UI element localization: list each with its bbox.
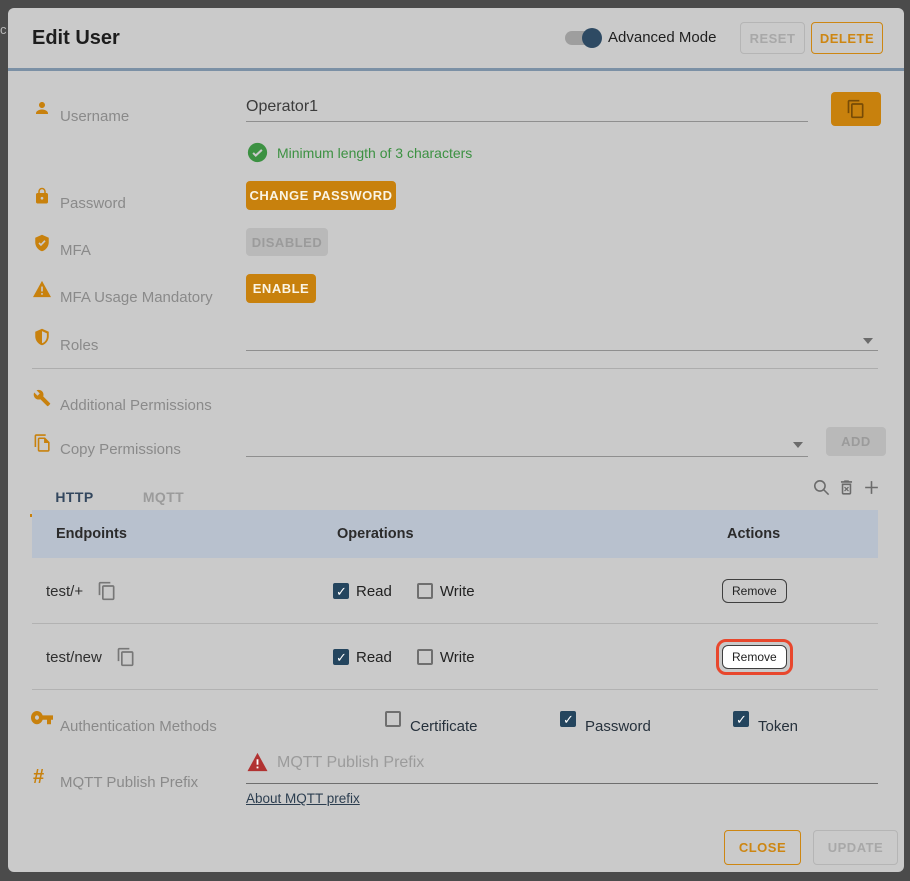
roles-underline: [246, 350, 878, 351]
delete-all-icon[interactable]: [837, 478, 856, 497]
page-title: Edit User: [32, 8, 120, 68]
search-icon[interactable]: [812, 478, 831, 497]
copy-icon[interactable]: [116, 647, 136, 667]
password-checkbox[interactable]: [560, 711, 576, 727]
username-hint: Minimum length of 3 characters: [277, 145, 472, 161]
remove-button[interactable]: Remove: [722, 579, 787, 603]
col-endpoints: Endpoints: [56, 510, 127, 558]
shield-check-icon: [33, 234, 51, 252]
dialog-header: Edit User Advanced Mode RESET DELETE: [8, 8, 904, 68]
permissions-table: Endpoints Operations Actions test/+ Read…: [32, 510, 878, 690]
token-checkbox[interactable]: [733, 711, 749, 727]
add-icon[interactable]: [862, 478, 881, 497]
copy-file-icon: [33, 433, 52, 453]
auth-methods-label: Authentication Methods: [60, 718, 217, 735]
tab-mqtt[interactable]: MQTT: [119, 479, 208, 514]
shield-half-icon: [33, 328, 51, 346]
write-checkbox[interactable]: [417, 649, 433, 665]
read-label: Read: [356, 583, 392, 600]
write-label: Write: [440, 583, 475, 600]
close-button[interactable]: CLOSE: [724, 830, 801, 865]
tab-http[interactable]: HTTP: [30, 479, 119, 514]
tab-http-label: HTTP: [55, 489, 93, 505]
col-operations: Operations: [337, 510, 414, 558]
endpoint-value: test/+: [46, 583, 83, 600]
copy-permissions-underline: [246, 456, 808, 457]
toggle-knob: [582, 28, 602, 48]
background-text-fragment: c: [0, 22, 7, 37]
advanced-mode-label: Advanced Mode: [608, 29, 716, 46]
lock-icon: [33, 187, 51, 205]
read-checkbox[interactable]: [333, 583, 349, 599]
additional-permissions-label: Additional Permissions: [60, 397, 212, 414]
copy-permissions-select[interactable]: [246, 436, 808, 456]
mfa-label: MFA: [60, 242, 91, 259]
advanced-mode-toggle[interactable]: [565, 31, 599, 45]
password-method-label: Password: [585, 718, 651, 735]
reset-button[interactable]: RESET: [740, 22, 805, 54]
tab-mqtt-label: MQTT: [143, 489, 184, 505]
key-icon: [30, 711, 54, 725]
update-button: UPDATE: [813, 830, 898, 865]
copy-username-button[interactable]: [831, 92, 881, 126]
header-divider: [8, 68, 904, 71]
copy-icon: [846, 99, 866, 119]
chevron-down-icon[interactable]: [793, 442, 803, 448]
mqtt-prefix-input[interactable]: MQTT Publish Prefix: [277, 754, 424, 772]
col-actions: Actions: [727, 510, 780, 558]
username-label: Username: [60, 108, 129, 125]
section-divider: [32, 368, 878, 369]
mqtt-prefix-underline: [246, 783, 878, 784]
edit-user-dialog: Edit User Advanced Mode RESET DELETE Use…: [8, 8, 904, 872]
table-row: test/+ Read Write Remove: [32, 558, 878, 624]
password-label: Password: [60, 195, 126, 212]
username-input[interactable]: Operator1: [246, 98, 318, 116]
mqtt-prefix-label: MQTT Publish Prefix: [60, 774, 198, 791]
read-checkbox[interactable]: [333, 649, 349, 665]
roles-label: Roles: [60, 337, 98, 354]
read-label: Read: [356, 649, 392, 666]
check-circle-icon: [247, 142, 268, 163]
about-mqtt-prefix-link[interactable]: About MQTT prefix: [246, 791, 360, 806]
mfa-enable-button[interactable]: ENABLE: [246, 274, 316, 303]
roles-select[interactable]: [246, 330, 878, 350]
endpoint-value: test/new: [46, 649, 102, 666]
highlight-annotation: Remove: [716, 639, 793, 675]
hash-icon: #: [33, 766, 44, 789]
delete-button[interactable]: DELETE: [811, 22, 883, 54]
table-row: test/new Read Write Remove: [32, 624, 878, 690]
wrench-icon: [33, 389, 51, 407]
write-label: Write: [440, 649, 475, 666]
token-label: Token: [758, 718, 798, 735]
certificate-label: Certificate: [410, 718, 478, 735]
error-warning-icon: [246, 752, 269, 772]
table-header: Endpoints Operations Actions: [32, 510, 878, 558]
add-permission-button: ADD: [826, 427, 886, 456]
person-icon: [33, 99, 51, 117]
change-password-button[interactable]: CHANGE PASSWORD: [246, 181, 396, 210]
copy-permissions-label: Copy Permissions: [60, 441, 181, 458]
certificate-checkbox[interactable]: [385, 711, 401, 727]
username-underline: [246, 121, 808, 122]
mfa-mandatory-label: MFA Usage Mandatory: [60, 289, 213, 306]
remove-button[interactable]: Remove: [722, 645, 787, 669]
copy-icon[interactable]: [97, 581, 117, 601]
mfa-disabled-button: DISABLED: [246, 228, 328, 256]
chevron-down-icon[interactable]: [863, 338, 873, 344]
warning-icon: [32, 280, 52, 298]
write-checkbox[interactable]: [417, 583, 433, 599]
